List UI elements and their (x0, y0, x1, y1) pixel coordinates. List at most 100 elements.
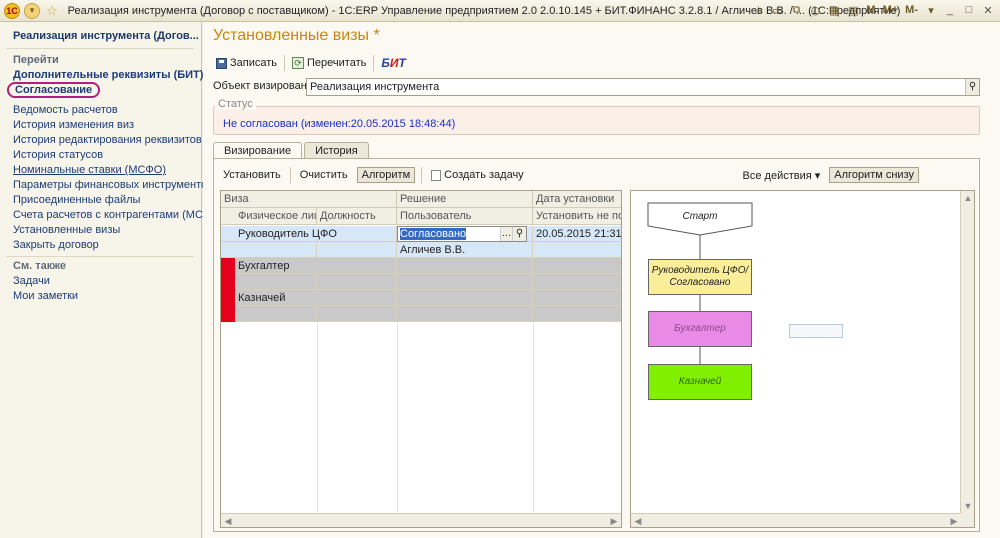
approval-diagram[interactable]: Старт Руководитель ЦФО/Согласовано Бухга… (630, 190, 975, 528)
create-task-button[interactable]: Создать задачу (428, 168, 527, 182)
memory-m-button[interactable]: M (864, 4, 877, 16)
not-approved-marker (221, 290, 235, 322)
calendar-icon[interactable]: ▦ (826, 2, 842, 18)
table-cell[interactable] (317, 306, 397, 322)
table-cell[interactable] (221, 274, 317, 290)
sidebar-item-additional-props[interactable]: Дополнительные реквизиты (БИТ) (13, 69, 203, 81)
sidebar-item-approval[interactable]: Согласование (7, 82, 101, 98)
vertical-scrollbar[interactable]: ▲ ▼ (960, 191, 974, 527)
sidebar-item-settlement-sheet[interactable]: Ведомость расчетов (13, 104, 118, 116)
tab-history[interactable]: История (304, 142, 369, 159)
column-header-user[interactable]: Пользователь (397, 208, 533, 225)
sidebar-title: Реализация инструмента (Догов... (13, 30, 199, 42)
app-logo-icon[interactable]: 1С (4, 2, 20, 19)
scroll-down-icon[interactable]: ▼ (962, 500, 974, 512)
history-icon[interactable]: ◴ (807, 2, 823, 18)
sidebar-item-visa-history[interactable]: История изменения виз (13, 119, 134, 131)
table-cell[interactable] (533, 242, 621, 258)
diagram-node-accountant[interactable]: Бухгалтер (648, 311, 752, 347)
scroll-left-icon[interactable]: ◀ (222, 515, 234, 527)
table-row[interactable]: Казначей (221, 290, 397, 306)
diagram-node-treasurer[interactable]: Казначей (648, 364, 752, 400)
table-cell[interactable] (397, 274, 533, 290)
search-icon[interactable]: ⚲ (512, 227, 526, 241)
table-cell[interactable] (533, 306, 621, 322)
form-toolbar: Записать ⟳ Перечитать БИТ (213, 54, 409, 72)
bit-button[interactable]: БИТ (378, 54, 408, 72)
sidebar-item-nominal-rates[interactable]: Номинальные ставки (МСФО) (13, 164, 166, 176)
table-cell[interactable] (397, 306, 533, 322)
all-actions-menu[interactable]: Все действия ▾ (740, 168, 824, 183)
table-cell[interactable] (533, 258, 621, 274)
clear-button[interactable]: Очистить (297, 168, 351, 182)
table-cell[interactable] (221, 306, 317, 322)
table-cell[interactable] (397, 258, 533, 274)
sidebar-item-notes[interactable]: Мои заметки (13, 290, 78, 302)
sidebar-item-installed-visas[interactable]: Установленные визы (13, 224, 120, 236)
memory-plus-button[interactable]: M+ (881, 4, 901, 16)
scroll-up-icon[interactable]: ▲ (962, 192, 974, 204)
table-cell-date[interactable]: 20.05.2015 21:31:45 (533, 226, 621, 242)
search-icon[interactable]: ⚲ (965, 79, 979, 95)
table-row[interactable]: Руководитель ЦФО (221, 226, 397, 242)
tab-panel-visiting: Установить Очистить Алгоритм Создать зад… (213, 158, 980, 532)
minimize-icon[interactable]: _ (942, 2, 958, 18)
column-header-date[interactable]: Дата установки (533, 191, 621, 208)
diagram-node-start[interactable]: Старт (648, 203, 752, 229)
toolbar-separator (289, 167, 291, 183)
task-icon (431, 169, 442, 181)
close-icon[interactable]: ✕ (980, 2, 996, 18)
table-row[interactable]: Бухгалтер (221, 258, 397, 274)
table-cell[interactable] (533, 290, 621, 306)
table-cell[interactable] (397, 290, 533, 306)
visa-table[interactable]: Виза Решение Дата установки Физическое л… (220, 190, 622, 528)
horizontal-scrollbar[interactable]: ◀ ▶ (631, 513, 961, 527)
save-button[interactable]: Записать (213, 55, 280, 71)
table-cell[interactable] (317, 242, 397, 258)
save-icon (216, 57, 227, 69)
column-header-position[interactable]: Должность (317, 208, 397, 225)
column-header-person[interactable]: Физическое лицо (221, 208, 317, 225)
object-field[interactable]: Реализация инструмента ⚲ (306, 78, 980, 96)
sidebar-item-edit-history[interactable]: История редактирования реквизитов (13, 134, 202, 146)
sidebar-item-instrument-params[interactable]: Параметры финансовых инструментов ... (13, 179, 225, 191)
document-icon[interactable]: ▭ (769, 2, 785, 18)
copy-icon[interactable]: ⧉ (788, 2, 804, 18)
diagram-canvas (647, 202, 753, 364)
menu-arrow-icon[interactable]: ▾ (923, 2, 939, 18)
memory-minus-button[interactable]: M- (903, 4, 920, 16)
decision-input[interactable]: Согласовано … ⚲ (397, 226, 527, 242)
scroll-right-icon[interactable]: ▶ (948, 515, 960, 527)
algorithm-bottom-button[interactable]: Алгоритм снизу (829, 167, 919, 183)
maximize-icon[interactable]: □ (961, 2, 977, 18)
favorite-star-icon[interactable]: ☆ (750, 2, 766, 18)
column-header-decision[interactable]: Решение (397, 191, 533, 208)
reread-button[interactable]: ⟳ Перечитать (289, 55, 369, 71)
toolbar-separator (373, 55, 375, 71)
select-dots-icon[interactable]: … (500, 227, 512, 241)
scroll-left-icon[interactable]: ◀ (632, 515, 644, 527)
calculator-icon[interactable]: ▤ (845, 2, 861, 18)
sidebar-item-status-history[interactable]: История статусов (13, 149, 103, 161)
sidebar-item-attached-files[interactable]: Присоединенные файлы (13, 194, 140, 206)
table-cell[interactable] (221, 242, 317, 258)
table-cell[interactable] (317, 274, 397, 290)
diagram-empty-field[interactable] (789, 324, 843, 338)
favorite-star-icon[interactable]: ☆ (46, 3, 58, 19)
column-header-visa[interactable]: Виза (221, 191, 397, 208)
horizontal-scrollbar[interactable]: ◀ ▶ (221, 513, 621, 527)
sidebar-item-counterparty-accounts[interactable]: Счета расчетов с контрагентами (МСФО) (13, 209, 224, 221)
column-header-deadline[interactable]: Установить не позд (533, 208, 621, 225)
algorithm-button[interactable]: Алгоритм (356, 167, 416, 183)
main-menu-icon[interactable]: ▾ (24, 2, 40, 19)
sidebar-item-tasks[interactable]: Задачи (13, 275, 50, 287)
diagram-node-head-cfo[interactable]: Руководитель ЦФО/Согласовано (648, 259, 752, 295)
divider (397, 322, 398, 512)
table-cell-user[interactable]: Агличев В.В. (397, 242, 533, 258)
divider (6, 48, 194, 49)
sidebar-item-close-contract[interactable]: Закрыть договор (13, 239, 99, 251)
table-cell[interactable] (533, 274, 621, 290)
scroll-right-icon[interactable]: ▶ (608, 515, 620, 527)
status-link[interactable]: Не согласован (изменен:20.05.2015 18:48:… (223, 118, 455, 130)
set-button[interactable]: Установить (220, 168, 284, 182)
